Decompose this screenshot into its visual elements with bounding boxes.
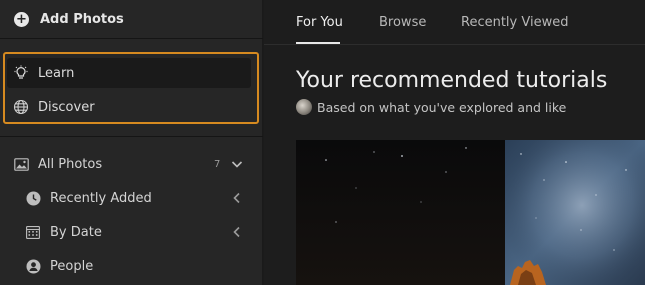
calendar-icon (25, 224, 41, 240)
divider (0, 136, 263, 137)
photo-count: 7 (214, 158, 221, 170)
globe-icon (12, 98, 30, 116)
page-subtitle: Based on what you've explored and like (296, 98, 566, 116)
sidebar-item-label: Recently Added (50, 190, 152, 206)
lightbulb-icon (12, 64, 30, 82)
tab-bar: For You Browse Recently Viewed (264, 0, 645, 45)
sidebar-item-label: Discover (38, 99, 95, 115)
page-title: Your recommended tutorials (296, 68, 608, 93)
sidebar-item-all-photos[interactable]: All Photos 7 (0, 149, 260, 179)
sidebar-item-learn[interactable]: Learn (7, 58, 251, 88)
tutorial-thumbnail-image (296, 140, 645, 285)
sidebar-item-label: All Photos (38, 156, 103, 172)
sidebar-item-label: By Date (50, 224, 102, 240)
avatar (296, 99, 312, 115)
sidebar-item-label: People (50, 258, 94, 274)
sidebar-item-discover[interactable]: Discover (7, 92, 251, 122)
active-tab-indicator (296, 42, 340, 44)
tutorial-card[interactable] (296, 140, 645, 285)
sidebar: + Add Photos Learn Discover All Photos 7… (0, 0, 263, 285)
clock-icon (25, 190, 41, 206)
person-icon (25, 258, 41, 274)
tab-browse[interactable]: Browse (379, 15, 426, 30)
sidebar-item-by-date[interactable]: By Date (0, 217, 260, 247)
chevron-left-icon[interactable] (230, 191, 244, 205)
plus-circle-icon: + (14, 11, 29, 27)
main-panel: For You Browse Recently Viewed Your reco… (264, 0, 645, 285)
subtitle-text: Based on what you've explored and like (317, 99, 567, 115)
sidebar-item-label: Learn (38, 65, 75, 81)
sidebar-item-people[interactable]: People (0, 251, 260, 281)
chevron-left-icon[interactable] (230, 225, 244, 239)
add-photos-label: Add Photos (40, 11, 124, 27)
tab-for-you[interactable]: For You (296, 15, 343, 30)
add-photos-button[interactable]: + Add Photos (14, 8, 124, 30)
image-icon (13, 156, 29, 172)
chevron-down-icon[interactable] (230, 157, 244, 171)
divider (0, 38, 263, 39)
sidebar-item-recently-added[interactable]: Recently Added (0, 183, 260, 213)
tab-recently-viewed[interactable]: Recently Viewed (461, 15, 568, 30)
